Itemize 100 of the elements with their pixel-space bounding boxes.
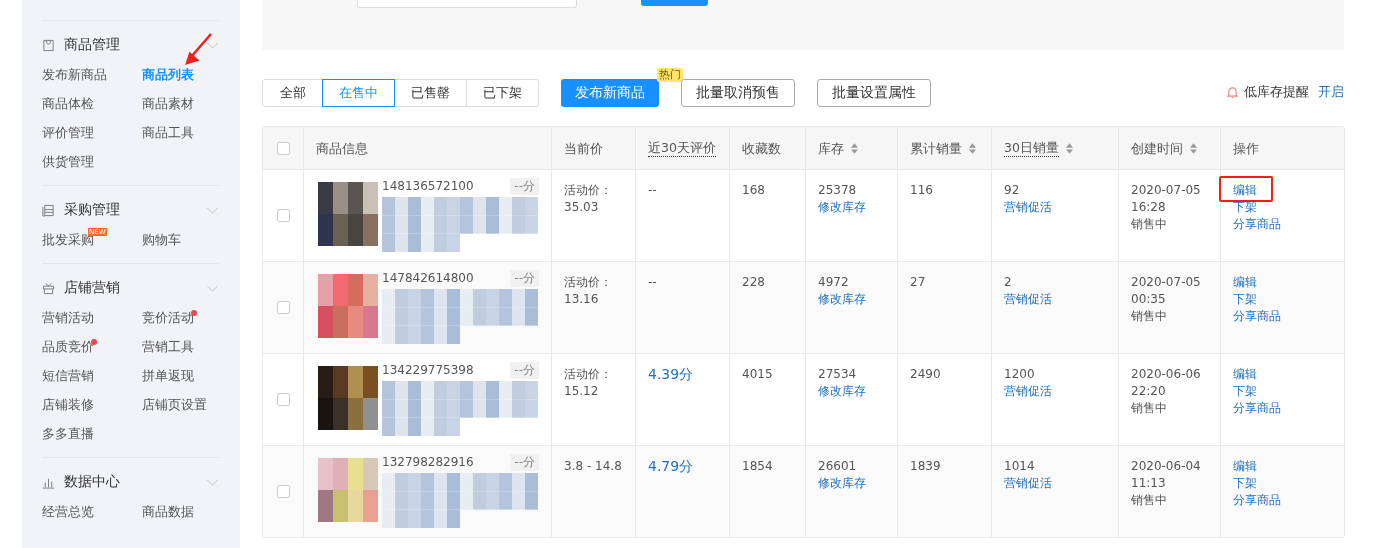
search-field[interactable] <box>357 0 577 8</box>
menu-group-title[interactable]: 采购管理 <box>64 201 206 219</box>
price-text: 3.8 - 14.8 <box>564 458 622 475</box>
table-cell: 1839 <box>910 458 941 475</box>
action-button[interactable]: 批量取消预售 <box>681 78 795 107</box>
menu-item[interactable]: 购物车 <box>142 232 181 249</box>
operation-link[interactable]: 下架 <box>1233 476 1257 490</box>
column-header: 库存 <box>818 139 844 157</box>
table-cell: 2 <box>1004 274 1012 291</box>
edit-stock-link[interactable]: 修改库存 <box>818 383 866 400</box>
sort-icon[interactable] <box>851 142 858 154</box>
menu-item[interactable]: 店铺页设置 <box>142 397 207 414</box>
table-cell: 228 <box>742 274 765 291</box>
operation-link[interactable]: 分享商品 <box>1233 309 1281 323</box>
status-text: 销售中 <box>1131 216 1167 233</box>
hot-badge: 热门 <box>657 67 683 82</box>
status-tab[interactable]: 已售罄 <box>394 78 467 107</box>
search-button[interactable] <box>641 0 708 6</box>
menu-group-title[interactable]: 店铺营销 <box>64 279 206 297</box>
table-cell: 26601 <box>818 458 857 475</box>
chevron-down-icon[interactable] <box>206 206 219 214</box>
enable-link[interactable]: 开启 <box>1318 84 1344 101</box>
table-cell: 4015 <box>742 366 773 383</box>
row-checkbox[interactable] <box>276 301 290 314</box>
promotion-link[interactable]: 营销促活 <box>1004 291 1052 308</box>
menu-item[interactable]: 品质竞价 <box>42 339 94 356</box>
menu-item[interactable]: 营销活动 <box>42 310 94 327</box>
menu-group-title[interactable]: 数据中心 <box>64 473 206 491</box>
operation-link[interactable]: 分享商品 <box>1233 401 1281 415</box>
chevron-down-icon[interactable] <box>206 41 219 49</box>
rating-text: 4.39分 <box>648 366 694 383</box>
table-cell: 1200 <box>1004 366 1035 383</box>
promotion-link[interactable]: 营销促活 <box>1004 475 1052 492</box>
operation-link[interactable]: 下架 <box>1233 384 1257 398</box>
column-header: 近30天评价 <box>648 139 716 157</box>
table-cell: 168 <box>742 182 765 199</box>
menu-item[interactable]: 商品数据 <box>142 504 194 521</box>
menu-item[interactable]: 拼单返现 <box>142 368 194 385</box>
score-tag: --分 <box>510 454 539 471</box>
menu-item[interactable]: 商品体检 <box>42 96 94 113</box>
menu-item[interactable]: 店铺装修 <box>42 397 94 414</box>
table-cell: 116 <box>910 182 933 199</box>
edit-stock-link[interactable]: 修改库存 <box>818 291 866 308</box>
row-checkbox[interactable] <box>276 485 290 498</box>
menu-item[interactable]: 营销工具 <box>142 339 194 356</box>
price-text: 活动价： 13.16 <box>564 274 612 308</box>
rating-text: -- <box>648 274 657 291</box>
table-cell: 1014 <box>1004 458 1035 475</box>
operation-link[interactable]: 分享商品 <box>1233 217 1281 231</box>
menu-item[interactable]: 多多直播 <box>42 426 94 443</box>
column-header: 操作 <box>1233 139 1259 157</box>
menu-item[interactable]: 短信营销 <box>42 368 94 385</box>
operation-link[interactable]: 编辑 <box>1233 183 1257 197</box>
promotion-link[interactable]: 营销促活 <box>1004 383 1052 400</box>
column-header: 收藏数 <box>742 139 781 157</box>
sort-icon[interactable] <box>1065 142 1073 154</box>
menu-item[interactable]: 商品工具 <box>142 125 194 142</box>
table-cell: 25378 <box>818 182 857 199</box>
menu-item[interactable]: 商品素材 <box>142 96 194 113</box>
menu-item[interactable]: 竞价活动 <box>142 310 194 327</box>
operation-link[interactable]: 下架 <box>1233 292 1257 306</box>
product-id: 148136572100 <box>382 178 474 195</box>
status-tab[interactable]: 全部 <box>262 78 323 107</box>
list-icon <box>42 203 55 217</box>
menu-group-title[interactable]: 商品管理 <box>64 36 206 54</box>
score-tag: --分 <box>510 270 539 287</box>
operation-link[interactable]: 编辑 <box>1233 367 1257 381</box>
created-time: 2020-07-05 00:35 <box>1131 274 1201 308</box>
action-button[interactable]: 批量设置属性 <box>817 78 931 107</box>
operation-link[interactable]: 编辑 <box>1233 275 1257 289</box>
table-cell: 27534 <box>818 366 857 383</box>
rating-text: -- <box>648 182 657 199</box>
menu-item[interactable]: 供货管理 <box>42 154 94 171</box>
column-header: 累计销量 <box>910 139 962 157</box>
operation-link[interactable]: 分享商品 <box>1233 493 1281 507</box>
row-checkbox[interactable] <box>276 209 290 222</box>
promotion-link[interactable]: 营销促活 <box>1004 199 1052 216</box>
select-all-checkbox[interactable] <box>276 141 290 155</box>
row-checkbox[interactable] <box>276 393 290 406</box>
column-header: 创建时间 <box>1131 139 1183 157</box>
arrow-drawing <box>185 33 213 65</box>
status-text: 销售中 <box>1131 400 1167 417</box>
operation-link[interactable]: 编辑 <box>1233 459 1257 473</box>
status-tab[interactable]: 已下架 <box>466 78 539 107</box>
chevron-down-icon[interactable] <box>206 284 219 292</box>
edit-stock-link[interactable]: 修改库存 <box>818 475 866 492</box>
menu-item[interactable]: 经营总览 <box>42 504 94 521</box>
sort-icon[interactable] <box>1190 142 1197 154</box>
sort-icon[interactable] <box>969 142 976 154</box>
status-text: 销售中 <box>1131 492 1167 509</box>
edit-stock-link[interactable]: 修改库存 <box>818 199 866 216</box>
bag-icon <box>42 38 55 52</box>
operation-link[interactable]: 下架 <box>1233 200 1257 214</box>
created-time: 2020-06-04 11:13 <box>1131 458 1201 492</box>
bell-icon <box>1227 86 1238 99</box>
product-id: 132798282916 <box>382 454 474 471</box>
menu-item[interactable]: 评价管理 <box>42 125 94 142</box>
chevron-down-icon[interactable] <box>206 478 219 486</box>
column-header: 当前价 <box>564 139 603 157</box>
menu-item[interactable]: 发布新商品 <box>42 67 107 84</box>
